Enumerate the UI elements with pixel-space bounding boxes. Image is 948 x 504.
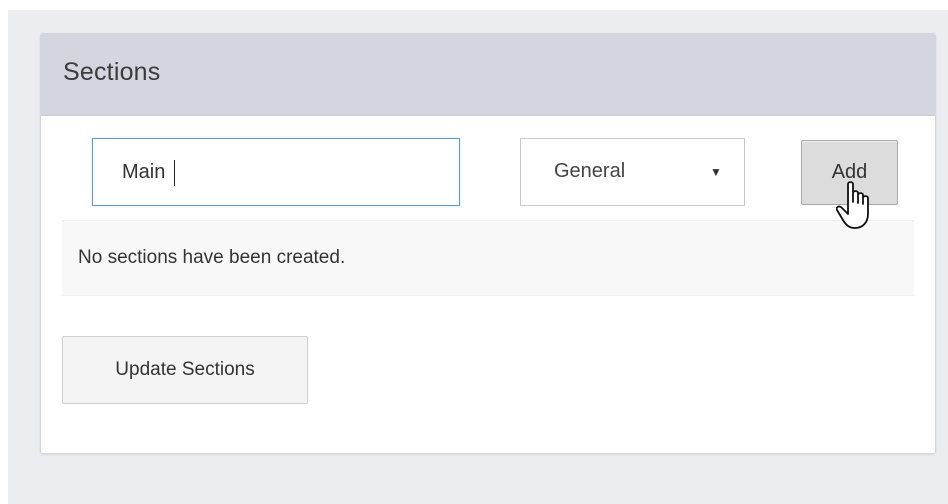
text-caret [174, 160, 175, 186]
empty-sections-message: No sections have been created. [78, 247, 346, 268]
panel-title: Sections [63, 58, 161, 86]
section-type-selected-value: General [554, 160, 626, 182]
sections-panel: Sections General ▼ Add No sections have … [40, 33, 936, 454]
caret-down-icon: ▼ [710, 165, 722, 179]
section-name-input[interactable] [92, 138, 460, 206]
update-sections-button[interactable]: Update Sections [62, 336, 308, 404]
panel-header: Sections [41, 34, 935, 116]
section-type-select[interactable]: General ▼ [520, 138, 745, 206]
add-section-button[interactable]: Add [801, 140, 898, 205]
sections-empty-row: No sections have been created. [62, 220, 914, 296]
